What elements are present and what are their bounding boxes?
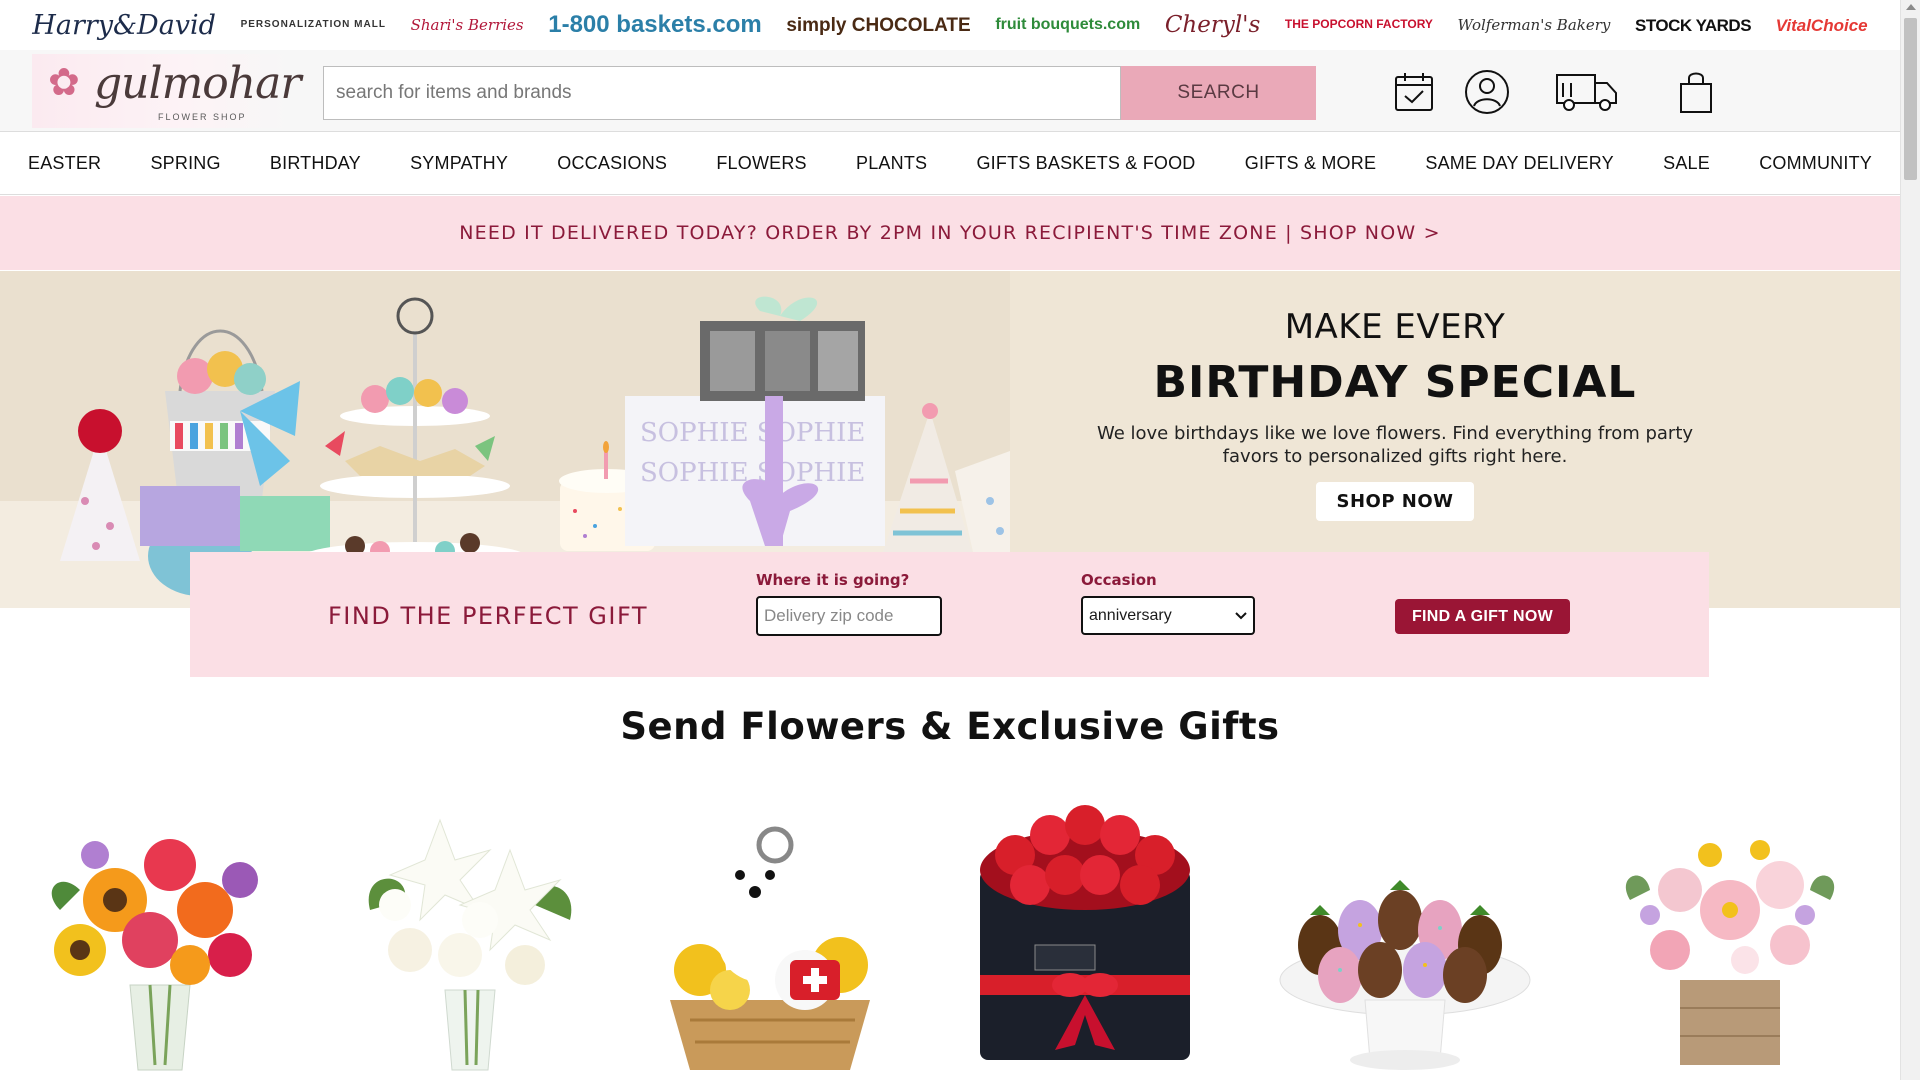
brand-link-1800-baskets[interactable]: 1-800 baskets.com [548, 13, 761, 37]
vertical-scrollbar[interactable] [1900, 0, 1920, 1080]
delivery-truck-icon[interactable] [1554, 68, 1620, 116]
nav-item-birthday[interactable]: BIRTHDAY [270, 153, 361, 174]
account-icon[interactable] [1463, 68, 1511, 116]
promo-text[interactable]: NEED IT DELIVERED TODAY? ORDER BY 2PM IN… [459, 222, 1440, 244]
chevron-down-icon [1235, 611, 1247, 619]
calendar-check-icon[interactable] [1391, 68, 1437, 116]
brand-link-vital-choice[interactable]: VitalChoice [1776, 17, 1868, 34]
nav-item-spring[interactable]: SPRING [150, 153, 220, 174]
occasion-select[interactable]: anniversary [1081, 596, 1255, 635]
search-button[interactable]: SEARCH [1121, 66, 1316, 120]
brand-link-fruit-bouquets[interactable]: fruit bouquets.com [995, 17, 1140, 33]
hero-title-line2: BIRTHDAY SPECIAL [1153, 357, 1637, 408]
product-row [0, 780, 1900, 1080]
product-image-puppy-arrangement[interactable] [630, 780, 910, 1080]
hero-text: MAKE EVERY BIRTHDAY SPECIAL We love birt… [1050, 307, 1740, 521]
nav-item-community[interactable]: COMMUNITY [1759, 153, 1872, 174]
zip-code-input[interactable] [756, 596, 942, 636]
zip-label: Where it is going? [756, 571, 910, 589]
scroll-up-arrow-icon[interactable] [1906, 4, 1916, 10]
shop-now-button[interactable]: SHOP NOW [1316, 482, 1474, 521]
brand-link-personalization-mall[interactable]: PERSONALIZATION MALL [241, 20, 386, 30]
nav-item-easter[interactable]: EASTER [28, 153, 101, 174]
logo-name: gulmohar [94, 58, 301, 109]
nav-item-gifts-more[interactable]: GIFTS & MORE [1245, 153, 1376, 174]
brand-link-stock-yards[interactable]: STOCK YARDS [1635, 17, 1752, 34]
promo-bar[interactable]: NEED IT DELIVERED TODAY? ORDER BY 2PM IN… [0, 196, 1900, 270]
search-input[interactable] [323, 66, 1121, 120]
product-image-chocolate-strawberries[interactable] [1265, 780, 1545, 1080]
shopping-bag-icon[interactable] [1678, 68, 1714, 116]
hero-title-line1: MAKE EVERY [1284, 307, 1506, 347]
brand-link-popcorn-factory[interactable]: THE POPCORN FACTORY [1285, 18, 1433, 31]
occasion-label: Occasion [1081, 571, 1157, 589]
brand-link-simply-chocolate[interactable]: simply CHOCOLATE [786, 16, 970, 35]
main-nav: EASTER SPRING BIRTHDAY SYMPATHY OCCASION… [0, 133, 1900, 195]
nav-item-same-day-delivery[interactable]: SAME DAY DELIVERY [1425, 153, 1613, 174]
section-title: Send Flowers & Exclusive Gifts [620, 705, 1280, 748]
product-image-mixed-bouquet[interactable] [20, 780, 300, 1080]
nav-item-plants[interactable]: PLANTS [856, 153, 927, 174]
brand-link-wolfermans[interactable]: Wolferman's Bakery [1458, 17, 1611, 33]
brand-link-sharis-berries[interactable]: Shari's Berries [411, 17, 524, 33]
nav-item-gift-baskets-food[interactable]: GIFTS BASKETS & FOOD [976, 153, 1195, 174]
site-logo[interactable]: ✿ gulmohar FLOWER SHOP [32, 54, 301, 128]
find-gift-button[interactable]: FIND A GIFT NOW [1395, 599, 1570, 634]
nav-item-flowers[interactable]: FLOWERS [716, 153, 806, 174]
brand-strip: Harry&David PERSONALIZATION MALL Shari's… [0, 0, 1900, 50]
gift-finder: FIND THE PERFECT GIFT Where it is going?… [190, 552, 1709, 677]
logo-subtitle: FLOWER SHOP [158, 112, 247, 122]
product-image-white-lilies[interactable] [330, 780, 610, 1080]
occasion-selected-value: anniversary [1089, 606, 1172, 624]
brand-link-cheryls[interactable]: Cheryl's [1165, 13, 1261, 37]
nav-item-sympathy[interactable]: SYMPATHY [410, 153, 508, 174]
svg-text:SOPHIE SOPHIE: SOPHIE SOPHIE [640, 418, 865, 448]
scrollbar-thumb[interactable] [1904, 18, 1917, 180]
product-image-pastel-arrangement[interactable] [1590, 780, 1870, 1080]
nav-item-occasions[interactable]: OCCASIONS [557, 153, 667, 174]
hero-body: We love birthdays like we love flowers. … [1096, 423, 1694, 467]
gift-finder-title: FIND THE PERFECT GIFT [328, 602, 648, 630]
nav-item-sale[interactable]: SALE [1663, 153, 1710, 174]
product-image-roses-box[interactable] [945, 780, 1225, 1080]
brand-link-harry-david[interactable]: Harry&David [32, 12, 216, 39]
flower-logo-icon: ✿ [48, 62, 80, 104]
